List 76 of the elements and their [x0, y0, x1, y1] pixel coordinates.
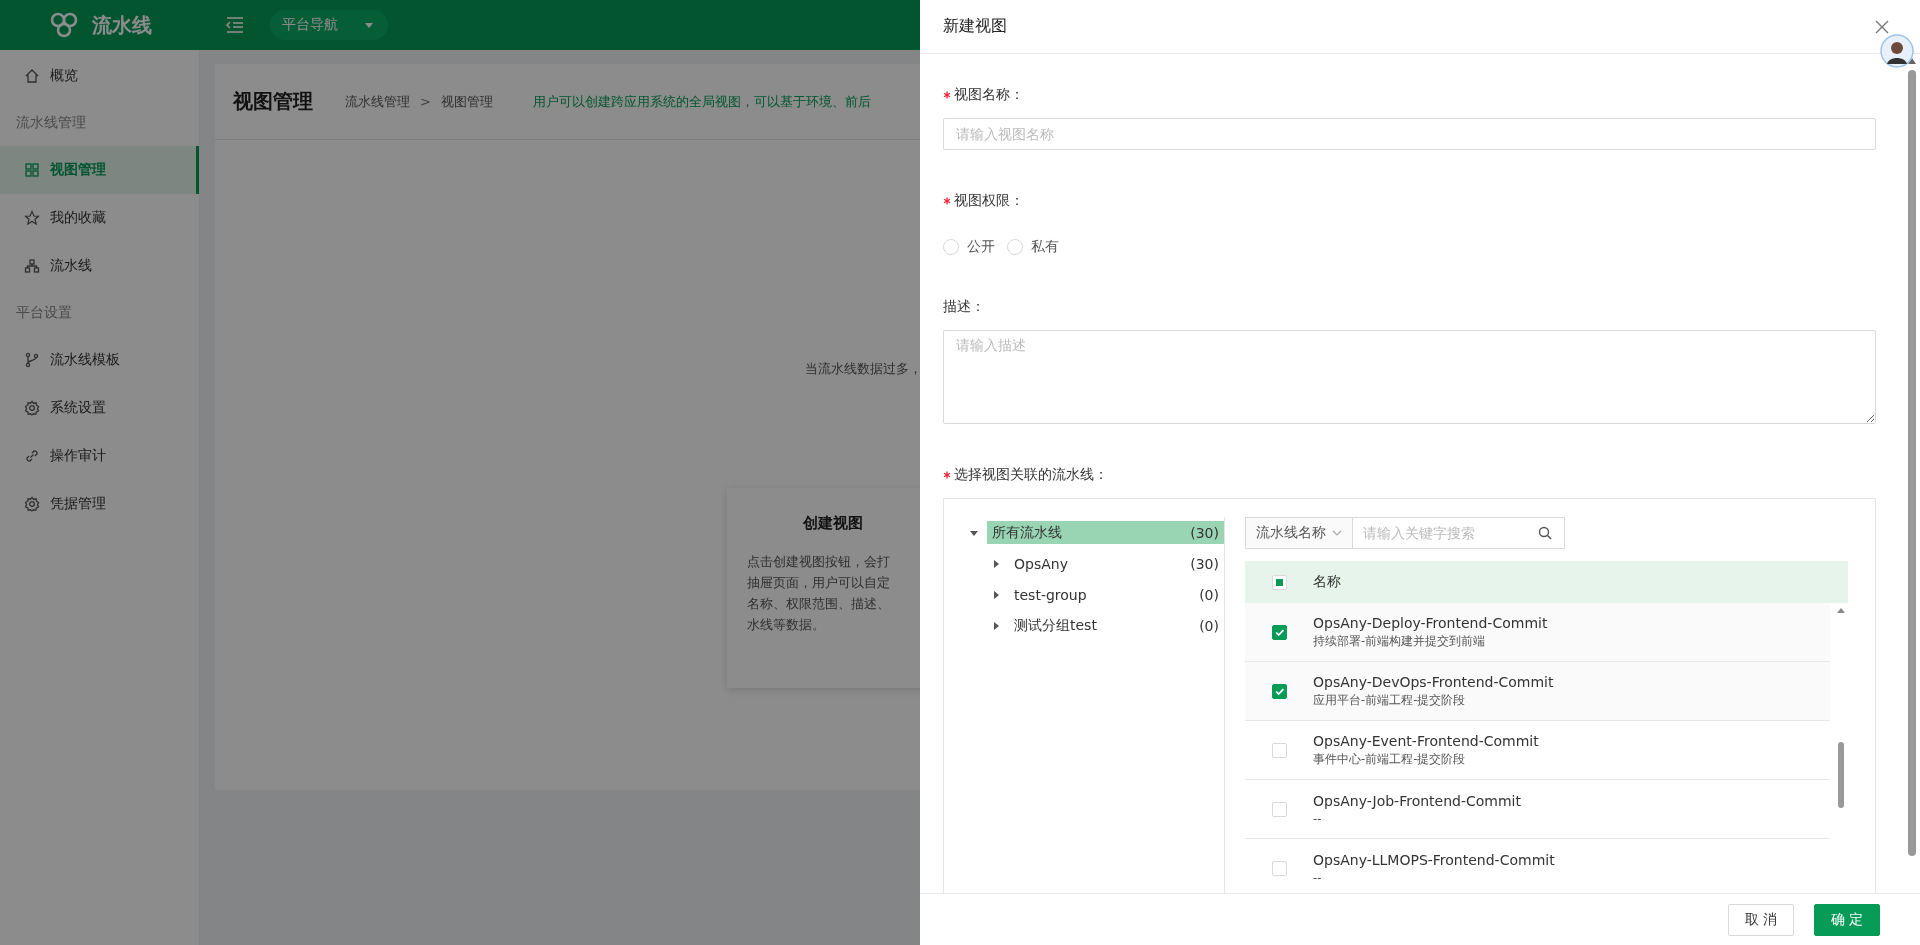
branch-icon [24, 352, 40, 368]
sidebar-section-title: 平台设置 [15, 303, 73, 322]
gear-icon [24, 496, 40, 512]
sidebar-section-title: 流水线管理 [15, 113, 87, 132]
pipeline-description: 持续部署-前端构建并提交到前端 [1313, 634, 1487, 649]
star-icon [24, 210, 40, 226]
pipeline-description: -- [1313, 811, 1323, 826]
table-row[interactable]: OpsAny-LLMOPS-Frontend-Commit -- [1245, 839, 1830, 893]
sidebar-item[interactable]: 凭据管理 [0, 480, 199, 528]
scrollbar[interactable] [1906, 56, 1918, 856]
pipeline-name: OpsAny-LLMOPS-Frontend-Commit [1313, 851, 1555, 868]
grid-icon [24, 162, 40, 178]
search-icon[interactable] [1538, 526, 1552, 540]
table-row[interactable]: OpsAny-Event-Frontend-Commit 事件中心-前端工程-提交阶段 [1245, 721, 1830, 780]
app-title: 流水线 [92, 11, 152, 39]
pipeline-name: OpsAny-Job-Frontend-Commit [1313, 792, 1521, 809]
page-description: 用户可以创建跨应用系统的全局视图，可以基于环境、前后 [532, 92, 871, 111]
pipeline-description: -- [1313, 870, 1323, 885]
column-header: 名称 [1313, 573, 1341, 591]
breadcrumb-separator: > [420, 94, 431, 109]
field-label: 视图名称： [954, 86, 1024, 104]
menu-icon[interactable] [225, 15, 245, 35]
pipeline-name: OpsAny-Deploy-Frontend-Commit [1313, 615, 1548, 631]
tree-node[interactable]: test-group (0) [1009, 583, 1224, 606]
input-field[interactable]: 请输入视图名称 [943, 118, 1876, 150]
empty-text: 当流水线数据过多， [805, 360, 920, 378]
guide-text-line: 抽屉页面，用户可以自定 [747, 574, 891, 592]
tree-node[interactable]: OpsAny (30) [1009, 552, 1224, 575]
count-text: (0) [1199, 617, 1219, 634]
drawer-title: 新建视图 [943, 16, 1007, 37]
gear-icon [24, 400, 40, 416]
sidebar-item[interactable]: 流水线 [0, 242, 199, 290]
filter-dropdown[interactable]: 流水线名称 [1245, 517, 1353, 549]
field-label: 选择视图关联的流水线： [954, 466, 1108, 484]
confirm-button[interactable]: 确 定 [1814, 903, 1880, 936]
page-title: 视图管理 [233, 88, 313, 115]
count-text: (0) [1199, 586, 1219, 603]
close-icon[interactable] [1874, 18, 1890, 35]
sidebar-item[interactable]: 系统设置 [0, 384, 199, 432]
radio-option[interactable]: 公开 [943, 238, 995, 256]
guide-text-line: 水线等数据。 [747, 616, 826, 634]
table-row[interactable]: OpsAny-Job-Frontend-Commit -- [1245, 780, 1830, 839]
guide-title: 创建视图 [802, 514, 864, 533]
row-checkbox[interactable] [1271, 624, 1287, 640]
select-all-checkbox[interactable] [1271, 574, 1287, 590]
chevron-icon [1332, 528, 1342, 538]
home-icon [24, 68, 40, 84]
search-field[interactable]: 请输入关键字搜索 [1353, 517, 1565, 549]
tree-node[interactable]: 所有流水线 (30) [987, 521, 1224, 544]
sidebar-item[interactable]: 流水线模板 [0, 336, 199, 384]
table-row[interactable]: OpsAny-DevOps-Frontend-Commit 应用平台-前端工程-提交阶段 [1245, 662, 1830, 721]
guide-text-line: 名称、权限范围、描述、 [747, 595, 891, 613]
field-label: 视图权限： [954, 192, 1024, 210]
count-text: (30) [1190, 524, 1219, 541]
sidebar-item[interactable]: 概览 [0, 52, 199, 100]
hierarchy-icon [24, 258, 40, 274]
pipeline-name: OpsAny-Event-Frontend-Commit [1313, 733, 1539, 749]
sidebar-item[interactable]: 操作审计 [0, 432, 199, 480]
breadcrumb-link[interactable]: 流水线管理 [345, 92, 410, 111]
caret-icon [364, 20, 374, 30]
row-checkbox[interactable] [1271, 683, 1287, 699]
pipeline-description: 应用平台-前端工程-提交阶段 [1313, 693, 1467, 708]
breadcrumb-link[interactable]: 视图管理 [440, 92, 493, 111]
text-area[interactable]: 请输入描述 [943, 330, 1876, 424]
pipeline-description: 事件中心-前端工程-提交阶段 [1313, 752, 1467, 767]
cancel-button[interactable]: 取 消 [1728, 903, 1794, 936]
sidebar-item[interactable]: 我的收藏 [0, 194, 199, 242]
avatar-icon[interactable] [1880, 34, 1914, 68]
guide-text-line: 点击创建视图按钮，会打 [747, 553, 891, 571]
pipeline-name: OpsAny-DevOps-Frontend-Commit [1313, 674, 1554, 690]
table-row[interactable]: OpsAny-Deploy-Frontend-Commit 持续部署-前端构建并提交到前端 [1245, 603, 1830, 662]
link-icon [24, 448, 40, 464]
radio-option[interactable]: 私有 [1007, 238, 1059, 256]
tree-node[interactable]: 测试分组test (0) [1009, 614, 1224, 637]
field-label: 描述： [943, 298, 985, 316]
count-text: (30) [1190, 555, 1219, 572]
